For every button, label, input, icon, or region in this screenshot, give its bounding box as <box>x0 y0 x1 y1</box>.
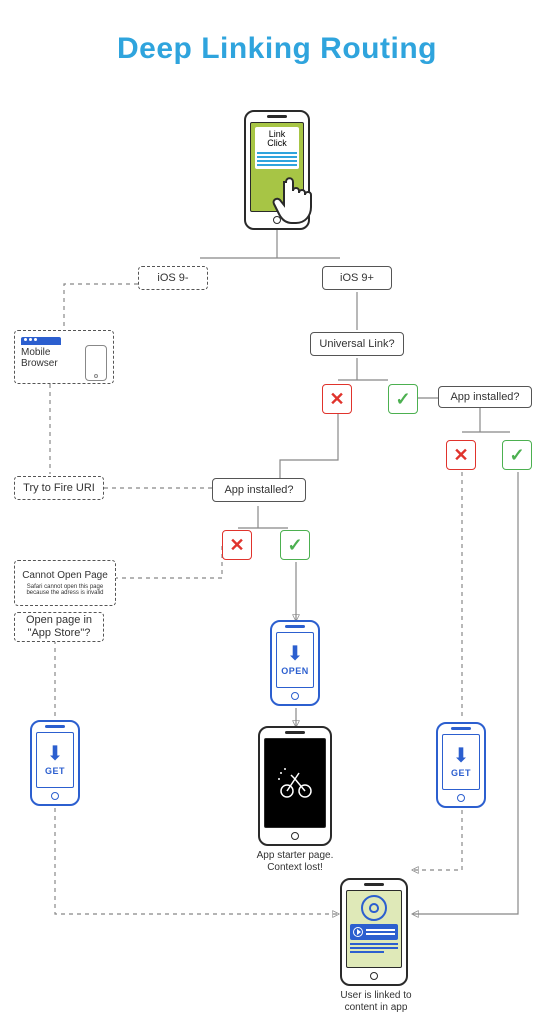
node-cannot-open: Cannot Open Page Safari cannot open this… <box>14 560 116 606</box>
node-ios9-plus: iOS 9+ <box>322 266 392 290</box>
start-label: Link Click <box>257 130 297 149</box>
phone-deep-linked <box>340 878 408 986</box>
choice-ail-no: ✕ <box>222 530 252 560</box>
node-mobile-browser: Mobile Browser <box>14 330 114 384</box>
caption-context-lost: App starter page. Context lost! <box>240 850 350 874</box>
label-get-left: GET <box>45 766 65 776</box>
hand-icon <box>272 170 318 226</box>
node-app-installed-right: App installed? <box>438 386 532 408</box>
node-ios9-minus: iOS 9- <box>138 266 208 290</box>
choice-ail-yes: ✓ <box>280 530 310 560</box>
bike-icon <box>275 763 315 803</box>
choice-ul-no: ✕ <box>322 384 352 414</box>
label-get-right: GET <box>451 768 471 778</box>
choice-ul-yes: ✓ <box>388 384 418 414</box>
node-open-in-store: Open page in "App Store"? <box>14 612 104 642</box>
phone-context-lost <box>258 726 332 846</box>
label-open: OPEN <box>281 666 309 676</box>
page-title: Deep Linking Routing <box>0 32 554 66</box>
node-universal-link: Universal Link? <box>310 332 404 356</box>
phone-get-right: ⬇ GET <box>436 722 486 808</box>
node-try-fire-uri: Try to Fire URI <box>14 476 104 500</box>
appstore-icon: ⬇ <box>287 644 304 664</box>
appstore-icon: ⬇ <box>47 744 64 764</box>
phone-get-left: ⬇ GET <box>30 720 80 806</box>
choice-air-no: ✕ <box>446 440 476 470</box>
choice-air-yes: ✓ <box>502 440 532 470</box>
start-phone: Link Click <box>244 110 310 230</box>
node-app-installed-left: App installed? <box>212 478 306 502</box>
phone-open: ⬇ OPEN <box>270 620 320 706</box>
caption-deep-linked: User is linked to content in app <box>326 990 426 1014</box>
appstore-icon: ⬇ <box>453 746 470 766</box>
